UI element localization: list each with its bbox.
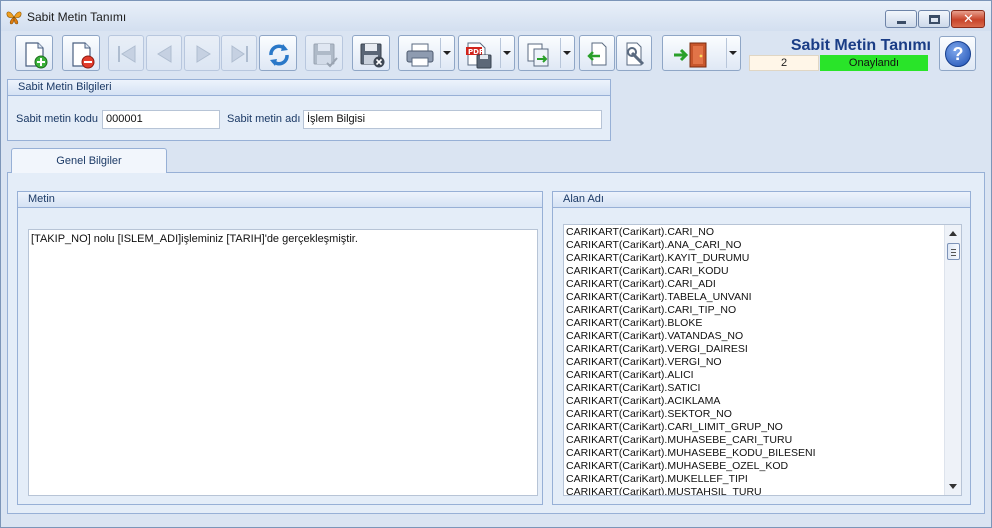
maximize-icon: [929, 15, 940, 24]
record-number: 2: [749, 55, 819, 71]
pdf-export-icon: PDF: [466, 42, 492, 69]
list-item[interactable]: CARIKART(CariKart).SATICI: [566, 382, 959, 395]
copy-button[interactable]: [518, 35, 575, 71]
list-item[interactable]: CARIKART(CariKart).CARI_LIMIT_GRUP_NO: [566, 421, 959, 434]
tab-general[interactable]: Genel Bilgiler: [11, 148, 167, 173]
title-bar[interactable]: Sabit Metin Tanımı ✕: [1, 1, 991, 31]
butterfly-icon: [6, 11, 22, 25]
list-item[interactable]: CARIKART(CariKart).CARI_NO: [566, 226, 959, 239]
first-record-icon: [118, 45, 136, 63]
list-item[interactable]: CARIKART(CariKart).MUHASEBE_CARI_TURU: [566, 434, 959, 447]
code-input[interactable]: 000001: [102, 110, 220, 129]
window-title: Sabit Metin Tanımı: [27, 10, 127, 24]
text-group-title: Metin: [18, 192, 542, 208]
list-item[interactable]: CARIKART(CariKart).CARI_TIP_NO: [566, 304, 959, 317]
list-item[interactable]: CARIKART(CariKart).VERGI_NO: [566, 356, 959, 369]
field-group: Alan Adı CARIKART(CariKart).CARI_NO CARIK…: [552, 191, 971, 505]
pdf-dropdown-icon[interactable]: [503, 51, 511, 55]
import-button[interactable]: [579, 35, 615, 71]
pdf-export-button[interactable]: PDF: [458, 35, 515, 71]
copy-icon: [527, 43, 549, 67]
refresh-icon: [269, 44, 289, 66]
status-badge: Onaylandı: [820, 55, 928, 71]
minimize-button[interactable]: [885, 10, 917, 28]
print-dropdown-icon[interactable]: [443, 51, 451, 55]
delete-record-button[interactable]: [62, 35, 100, 71]
list-item[interactable]: CARIKART(CariKart).SEKTOR_NO: [566, 408, 959, 421]
list-item[interactable]: CARIKART(CariKart).CARI_KODU: [566, 265, 959, 278]
previous-record-button[interactable]: [146, 35, 182, 71]
exit-icon: [674, 42, 707, 68]
print-icon: [406, 43, 434, 67]
new-record-icon: [25, 42, 48, 69]
copy-dropdown-icon[interactable]: [563, 51, 571, 55]
minimize-icon: [897, 21, 906, 24]
exit-button[interactable]: [662, 35, 741, 71]
list-item[interactable]: CARIKART(CariKart).VERGI_DAIRESI: [566, 343, 959, 356]
code-label: Sabit metin kodu: [16, 113, 98, 125]
text-group: Metin [TAKIP_NO] nolu [ISLEM_ADI]işlemin…: [17, 191, 543, 505]
list-item[interactable]: CARIKART(CariKart).ACIKLAMA: [566, 395, 959, 408]
tools-icon: [626, 42, 645, 66]
field-list-scrollbar[interactable]: [944, 225, 961, 495]
new-record-button[interactable]: [15, 35, 53, 71]
list-item[interactable]: CARIKART(CariKart).TABELA_UNVANI: [566, 291, 959, 304]
list-item[interactable]: CARIKART(CariKart).ANA_CARI_NO: [566, 239, 959, 252]
record-title: Sabit Metin Tanımı: [790, 37, 931, 54]
list-item[interactable]: CARIKART(CariKart).VATANDAS_NO: [566, 330, 959, 343]
maximize-button[interactable]: [918, 10, 950, 28]
delete-record-icon: [72, 42, 95, 69]
field-list-items: CARIKART(CariKart).CARI_NO CARIKART(CariK…: [564, 225, 961, 495]
field-group-title: Alan Adı: [553, 192, 970, 208]
close-icon: ✕: [963, 11, 974, 26]
tools-button[interactable]: [616, 35, 652, 71]
save-button[interactable]: [305, 35, 343, 71]
print-button[interactable]: [398, 35, 455, 71]
exit-dropdown-icon[interactable]: [729, 51, 737, 55]
last-record-button[interactable]: [221, 35, 257, 71]
close-button[interactable]: ✕: [951, 10, 985, 28]
name-label: Sabit metin adı: [227, 113, 301, 125]
last-record-icon: [231, 45, 248, 63]
app-window: Sabit Metin Tanımı ✕ PDF Sabit Metin Tan…: [0, 0, 992, 528]
list-item[interactable]: CARIKART(CariKart).KAYIT_DURUMU: [566, 252, 959, 265]
cancel-save-icon: [360, 43, 385, 68]
previous-record-icon: [157, 45, 172, 63]
next-record-icon: [196, 45, 211, 63]
first-record-button[interactable]: [108, 35, 144, 71]
scroll-down-icon[interactable]: [949, 484, 957, 489]
list-item[interactable]: CARIKART(CariKart).MUHASEBE_OZEL_KOD: [566, 460, 959, 473]
text-area[interactable]: [TAKIP_NO] nolu [ISLEM_ADI]işleminiz [TA…: [28, 229, 538, 496]
help-icon: ?: [945, 41, 971, 67]
field-list[interactable]: CARIKART(CariKart).CARI_NO CARIKART(CariK…: [563, 224, 962, 496]
help-button[interactable]: ?: [939, 36, 976, 71]
scroll-up-icon[interactable]: [949, 231, 957, 236]
list-item[interactable]: CARIKART(CariKart).BLOKE: [566, 317, 959, 330]
cancel-save-button[interactable]: [352, 35, 390, 71]
import-icon: [587, 42, 607, 66]
save-icon: [313, 43, 338, 68]
name-input[interactable]: İşlem Bilgisi: [303, 110, 602, 129]
list-item[interactable]: CARIKART(CariKart).CARI_ADI: [566, 278, 959, 291]
list-item[interactable]: CARIKART(CariKart).MUHASEBE_KODU_BILESEN…: [566, 447, 959, 460]
list-item[interactable]: CARIKART(CariKart).ALICI: [566, 369, 959, 382]
refresh-button[interactable]: [259, 35, 297, 71]
list-item[interactable]: CARIKART(CariKart).MUKELLEF_TIPI: [566, 473, 959, 486]
scroll-thumb[interactable]: [947, 243, 960, 260]
info-group: Sabit Metin Bilgileri Sabit metin kodu 0…: [7, 79, 611, 141]
info-group-title: Sabit Metin Bilgileri: [8, 80, 610, 96]
list-item[interactable]: CARIKART(CariKart).MUSTAHSIL_TURU: [566, 486, 959, 495]
next-record-button[interactable]: [184, 35, 220, 71]
